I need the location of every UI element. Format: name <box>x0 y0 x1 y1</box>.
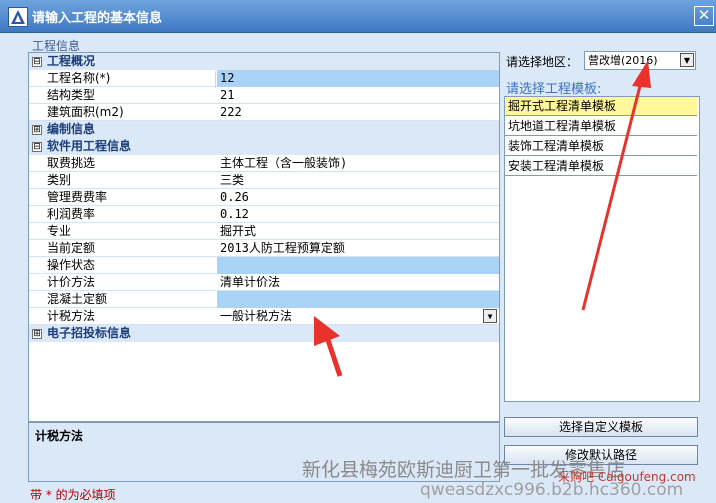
property-grid[interactable]: ⊟ 工程概况 工程名称(*) 12 结构类型 21 建筑面积(m2) 222 ⊞… <box>28 52 500 422</box>
app-logo-icon <box>8 7 28 27</box>
specialty-field[interactable]: 掘开式 <box>217 223 499 240</box>
property-label: 利润费率 <box>47 207 96 221</box>
property-row[interactable]: 计税方法 一般计税方法 ▼ <box>29 308 499 325</box>
template-item[interactable]: 装饰工程清单模板 <box>505 137 697 156</box>
property-label: 管理费费率 <box>47 190 108 204</box>
template-list[interactable]: 掘开式工程清单模板 坑地道工程清单模板 装饰工程清单模板 安装工程清单模板 <box>504 96 700 402</box>
tax-method-value: 一般计税方法 <box>220 309 293 323</box>
property-row[interactable]: 管理费费率 0.26 <box>29 189 499 206</box>
profit-rate-field[interactable]: 0.12 <box>217 206 499 223</box>
template-item[interactable]: 掘开式工程清单模板 <box>505 97 697 116</box>
select-custom-template-button[interactable]: 选择自定义模板 <box>504 417 698 437</box>
property-label: 工程名称(*) <box>47 71 111 85</box>
expand-icon[interactable]: ⊞ <box>32 329 42 339</box>
property-row[interactable]: 工程名称(*) 12 <box>29 70 499 87</box>
modify-default-path-button[interactable]: 修改默认路径 <box>504 445 698 465</box>
region-select[interactable]: 营改增(2016) ▼ <box>584 51 696 70</box>
category-field[interactable]: 三类 <box>217 172 499 189</box>
section-header-overview[interactable]: ⊟ 工程概况 <box>29 53 499 70</box>
collapse-icon[interactable]: ⊟ <box>32 57 42 67</box>
dropdown-arrow-icon[interactable]: ▼ <box>483 309 497 323</box>
property-row[interactable]: 建筑面积(m2) 222 <box>29 104 499 121</box>
building-area-field[interactable]: 222 <box>217 104 499 121</box>
section-title: 工程概况 <box>47 54 96 68</box>
tax-method-dropdown[interactable]: 一般计税方法 ▼ <box>217 308 499 325</box>
property-row[interactable]: 专业 掘开式 <box>29 223 499 240</box>
structure-type-field[interactable]: 21 <box>217 87 499 104</box>
description-pane: 计税方法 <box>28 422 500 482</box>
template-item[interactable]: 安装工程清单模板 <box>505 157 697 176</box>
property-row[interactable]: 利润费率 0.12 <box>29 206 499 223</box>
collapse-icon[interactable]: ⊟ <box>32 142 42 152</box>
description-title: 计税方法 <box>35 429 84 443</box>
management-fee-rate-field[interactable]: 0.26 <box>217 189 499 206</box>
concrete-quota-field[interactable] <box>217 291 499 308</box>
section-title: 电子招投标信息 <box>47 326 132 340</box>
property-label: 结构类型 <box>47 88 96 102</box>
property-row[interactable]: 取费挑选 主体工程（含一般装饰) <box>29 155 499 172</box>
property-label: 操作状态 <box>47 258 96 272</box>
region-label: 请选择地区： <box>506 55 579 69</box>
property-label: 取费挑选 <box>47 156 96 170</box>
section-title: 编制信息 <box>47 122 96 136</box>
project-name-field[interactable]: 12 <box>217 70 499 87</box>
section-title: 软件用工程信息 <box>47 139 132 153</box>
region-value: 营改增(2016) <box>588 54 658 67</box>
property-row[interactable]: 计价方法 清单计价法 <box>29 274 499 291</box>
title-bar[interactable]: 请输入工程的基本信息 ✕ <box>0 0 716 33</box>
window-title: 请输入工程的基本信息 <box>32 11 163 26</box>
property-row[interactable]: 混凝土定额 <box>29 291 499 308</box>
property-label: 类别 <box>47 173 72 187</box>
property-row[interactable]: 当前定额 2013人防工程预算定额 <box>29 240 499 257</box>
property-label: 混凝土定额 <box>47 292 108 306</box>
section-header-software-info[interactable]: ⊟ 软件用工程信息 <box>29 138 499 155</box>
fee-selection-field[interactable]: 主体工程（含一般装饰) <box>217 155 499 172</box>
operation-status-field[interactable] <box>217 257 499 274</box>
property-label: 专业 <box>47 224 72 238</box>
expand-icon[interactable]: ⊞ <box>32 125 42 135</box>
required-note: 带 * 的为必填项 <box>30 488 116 502</box>
current-quota-field[interactable]: 2013人防工程预算定额 <box>217 240 499 257</box>
property-row[interactable]: 操作状态 <box>29 257 499 274</box>
close-icon[interactable]: ✕ <box>694 6 714 26</box>
property-label: 当前定额 <box>47 241 96 255</box>
template-item[interactable]: 坑地道工程清单模板 <box>505 117 697 136</box>
property-row[interactable]: 结构类型 21 <box>29 87 499 104</box>
property-row[interactable]: 类别 三类 <box>29 172 499 189</box>
property-label: 建筑面积(m2) <box>47 105 124 119</box>
section-header-e-bidding[interactable]: ⊞ 电子招投标信息 <box>29 325 499 342</box>
dropdown-arrow-icon[interactable]: ▼ <box>680 53 694 67</box>
property-label: 计税方法 <box>47 309 96 323</box>
property-label: 计价方法 <box>47 275 96 289</box>
section-header-compile-info[interactable]: ⊞ 编制信息 <box>29 121 499 138</box>
pricing-method-field[interactable]: 清单计价法 <box>217 274 499 291</box>
template-label: 请选择工程模板: <box>506 82 602 97</box>
